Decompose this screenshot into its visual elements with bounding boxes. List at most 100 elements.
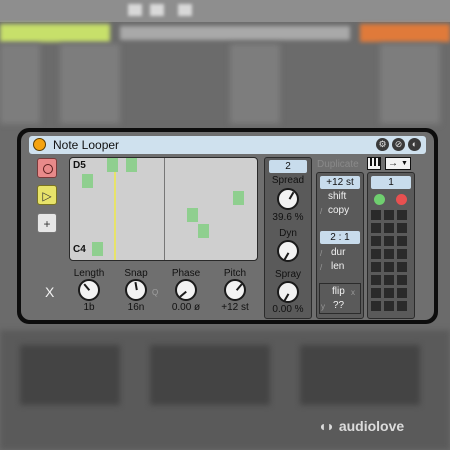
y-mark: y [321,302,325,311]
grid-beat-line [164,158,165,260]
daw-track-green [0,24,110,42]
collapse-icon[interactable]: ◐ [408,138,421,151]
matrix-cell[interactable] [397,210,407,220]
record-button[interactable] [37,158,57,178]
spread-value: 39.6 % [272,212,304,223]
x-label: X [45,284,55,300]
pitch-knob[interactable] [224,279,246,301]
note-looper-device: Note Looper ⚙ ⊘ ◐ ▷ + D5 C4 X Length 1b … [17,128,438,324]
grid-note[interactable] [233,191,244,205]
matrix-cell[interactable] [397,262,407,272]
matrix-cell[interactable] [371,275,381,285]
matrix-cell[interactable] [371,249,381,259]
matrix-header[interactable]: 1 [371,176,411,189]
grid-note[interactable] [126,158,137,172]
x-mark: x [351,288,355,297]
matrix-cell[interactable] [384,223,394,233]
piano-icon[interactable] [367,157,381,170]
matrix-cell[interactable] [384,275,394,285]
ratio-header[interactable]: 2 : 1 [320,231,360,244]
watermark-text: audiolove [338,418,405,434]
matrix-cell[interactable] [384,236,394,246]
dur-button[interactable]: dur [331,247,345,258]
matrix-cell[interactable] [371,301,381,311]
matrix-cell[interactable] [384,249,394,259]
grid-note[interactable] [107,158,118,172]
matrix-cell[interactable] [397,288,407,298]
device-title-bar[interactable]: Note Looper ⚙ ⊘ ◐ [29,136,426,154]
phase-knob[interactable] [175,279,197,301]
grid-note[interactable] [198,224,209,238]
duplicate-label: Duplicate [317,159,359,170]
link-icon[interactable]: ⊘ [392,138,405,151]
matrix-cell[interactable] [384,210,394,220]
matrix-cell[interactable] [384,262,394,272]
spray-knob[interactable] [277,281,299,303]
grid-top-note: D5 [73,160,86,171]
add-button[interactable]: + [37,213,57,233]
len-button[interactable]: len [331,261,344,272]
pitch-label: Pitch [223,268,247,279]
led-green[interactable] [374,194,385,205]
grid-note[interactable] [92,242,103,256]
device-title: Note Looper [53,138,120,152]
spray-label: Spray [274,269,302,280]
dyn-knob[interactable] [277,240,299,262]
length-value: 1b [83,302,95,313]
shift-button[interactable]: shift [328,191,346,202]
device-body: Note Looper ⚙ ⊘ ◐ ▷ + D5 C4 X Length 1b … [21,132,434,320]
led-red[interactable] [396,194,407,205]
daw-toolbar-block [178,4,192,16]
direction-value: → [388,158,398,169]
daw-toolbar [0,0,450,22]
audiolove-logo-icon: ◖◗ [318,418,335,434]
grid-note[interactable] [187,208,198,222]
pitch-shift-header[interactable]: +12 st [320,176,360,189]
matrix-cell[interactable] [371,236,381,246]
matrix-cell[interactable] [397,236,407,246]
matrix-panel: 1 [367,172,415,319]
matrix-cell[interactable] [397,249,407,259]
snap-value: 16n [127,302,145,313]
length-label: Length [73,268,105,279]
playhead [114,158,116,260]
matrix-cell[interactable] [384,301,394,311]
power-button[interactable] [33,138,46,151]
flip-button[interactable]: flip [332,286,345,297]
phase-value: 0.00 ø [171,302,201,313]
spread-label: Spread [271,175,305,186]
matrix-cell[interactable] [371,223,381,233]
phase-label: Phase [171,268,201,279]
matrix-cell[interactable] [397,223,407,233]
chevron-down-icon: ▼ [401,160,408,167]
daw-device-block [150,345,270,405]
snap-quantize-label: Q [152,288,159,297]
length-knob[interactable] [78,279,100,301]
matrix-grid[interactable] [371,210,411,314]
spray-value: 0.00 % [272,304,304,315]
copy-button[interactable]: copy [328,205,349,216]
pitch-value: +12 st [221,302,249,313]
matrix-cell[interactable] [371,262,381,272]
random-button[interactable]: ?? [333,300,344,311]
snap-label: Snap [124,268,148,279]
duplicate-panel: +12 st shift copy / 2 : 1 dur len / / fl… [316,172,364,319]
matrix-cell[interactable] [397,275,407,285]
play-button[interactable]: ▷ [37,185,57,205]
snap-knob[interactable] [125,279,147,301]
daw-device-block [20,345,120,405]
daw-track-gray [120,26,350,40]
spread-knob[interactable] [277,188,299,210]
settings-icon[interactable]: ⚙ [376,138,389,151]
grid-note[interactable] [82,174,93,188]
direction-dropdown[interactable]: → ▼ [385,157,411,170]
daw-toolbar-block [128,4,142,16]
spread-count[interactable]: 2 [269,160,307,173]
matrix-cell[interactable] [371,288,381,298]
watermark: ◖◗ audiolove [318,418,404,434]
matrix-cell[interactable] [371,210,381,220]
matrix-cell[interactable] [397,301,407,311]
note-grid[interactable]: D5 C4 [69,157,258,261]
matrix-cell[interactable] [384,288,394,298]
dyn-label: Dyn [279,228,297,239]
